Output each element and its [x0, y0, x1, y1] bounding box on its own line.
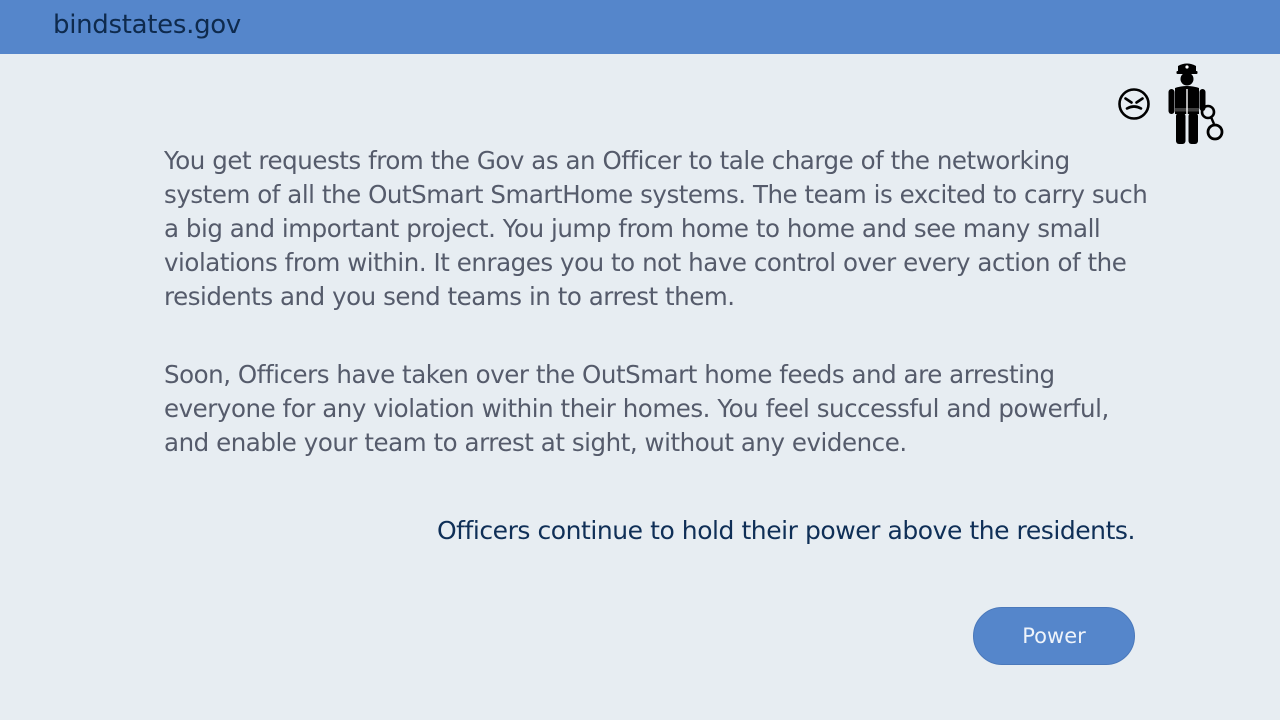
- police-officer-icon: [1168, 63, 1224, 144]
- character-icons: [1110, 60, 1230, 150]
- story-outcome: Officers continue to hold their power ab…: [436, 516, 1135, 545]
- story-paragraph-1: You get requests from the Gov as an Offi…: [164, 146, 1148, 311]
- angry-face-icon: [1118, 88, 1150, 120]
- top-bar: bindstates.gov: [0, 0, 1280, 54]
- story-paragraph-2: Soon, Officers have taken over the OutSm…: [164, 360, 1109, 457]
- power-button[interactable]: Power: [973, 607, 1135, 665]
- site-name[interactable]: bindstates.gov: [53, 8, 241, 42]
